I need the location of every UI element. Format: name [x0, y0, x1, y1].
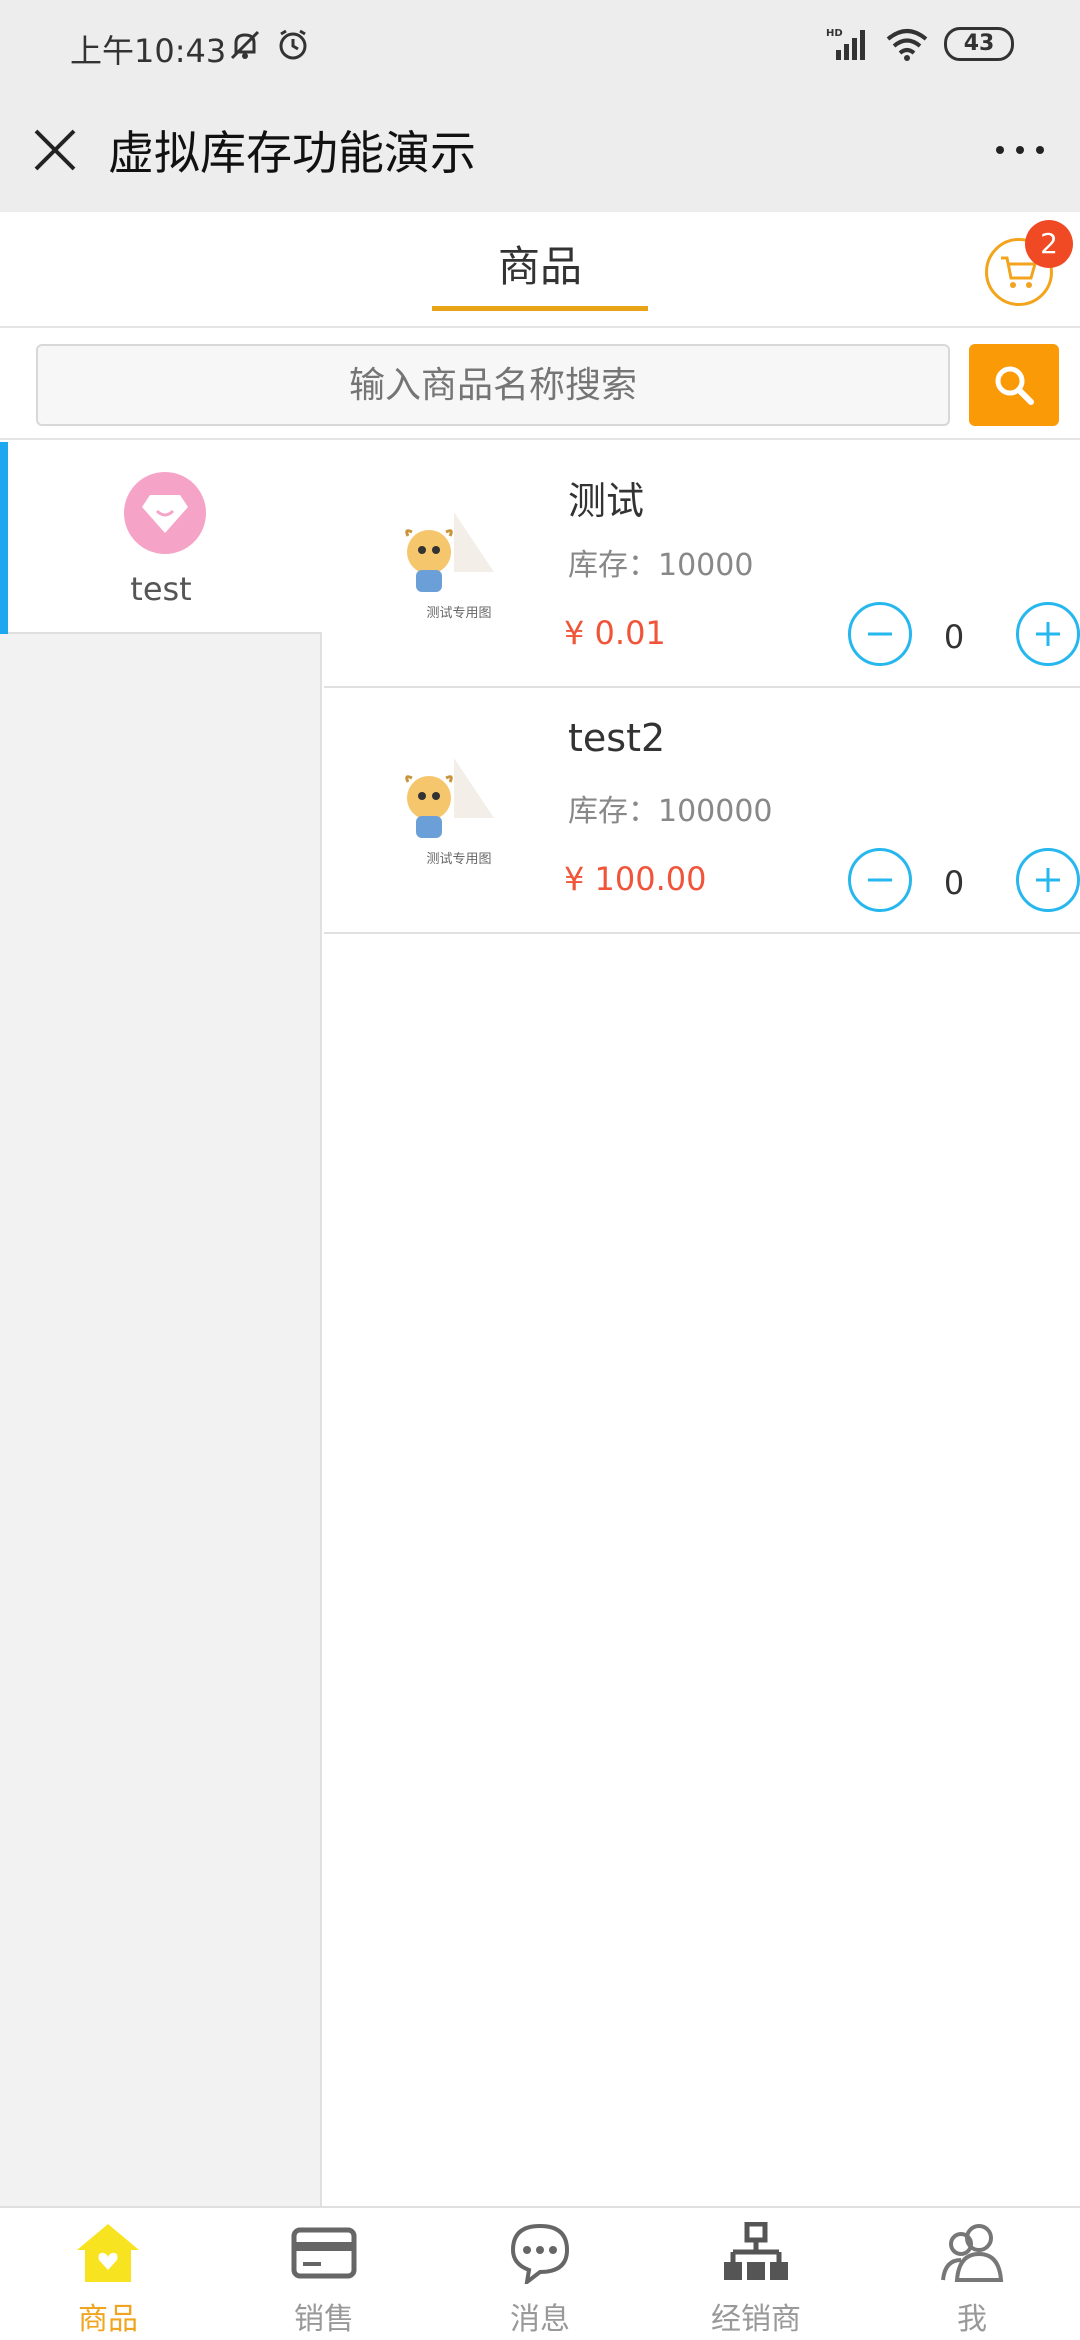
- users-icon: [941, 2224, 1004, 2282]
- minus-icon: [868, 878, 892, 882]
- cart-badge: 2: [1025, 220, 1073, 268]
- mute-icon: [230, 30, 260, 60]
- product-stock: 库存：10000: [568, 548, 754, 583]
- close-button[interactable]: [30, 125, 80, 175]
- more-icon: [996, 146, 1044, 154]
- plus-icon: [1036, 622, 1060, 646]
- nav-item-messages[interactable]: 消息: [432, 2208, 648, 2340]
- status-left-icons: [228, 28, 310, 62]
- quantity-value: 0: [943, 618, 965, 656]
- status-bar: 上午10:43 HD 43: [0, 0, 1080, 95]
- plus-icon: [1036, 868, 1060, 892]
- nav-label: 商品: [78, 2302, 138, 2337]
- search-button[interactable]: [969, 344, 1059, 426]
- decrease-quantity-button[interactable]: [848, 848, 912, 912]
- tab-bar: 商品 2: [0, 212, 1080, 328]
- nav-item-dealers[interactable]: 经销商: [648, 2208, 864, 2340]
- signal-icon: HD: [826, 28, 865, 60]
- category-label: test: [130, 570, 192, 608]
- diamond-icon: [142, 495, 188, 533]
- decrease-quantity-button[interactable]: [848, 602, 912, 666]
- search-input[interactable]: [36, 344, 950, 426]
- close-icon: [34, 129, 76, 171]
- mascot-image-icon: 测试专用图: [405, 758, 494, 867]
- more-button[interactable]: [990, 135, 1050, 165]
- tab-underline: [432, 306, 648, 311]
- svg-text:HD: HD: [826, 28, 843, 39]
- quantity-value: 0: [943, 864, 965, 902]
- nav-item-sales[interactable]: 销售: [216, 2208, 432, 2340]
- category-icon: [124, 472, 206, 554]
- thumb-caption: 测试专用图: [426, 852, 491, 867]
- tab-goods[interactable]: 商品: [432, 212, 648, 312]
- minus-icon: [868, 632, 892, 636]
- product-price: ¥ 0.01: [564, 614, 666, 652]
- product-thumbnail: 测试专用图: [384, 492, 534, 632]
- product-item[interactable]: 测试专用图 测试 库存：10000 ¥ 0.01 0: [324, 442, 1080, 688]
- home-icon: [77, 2224, 139, 2282]
- product-item[interactable]: 测试专用图 test2 库存：100000 ¥ 100.00 0: [324, 688, 1080, 934]
- nav-label: 销售: [294, 2302, 354, 2337]
- product-price: ¥ 100.00: [564, 860, 707, 898]
- product-name: 测试: [568, 479, 645, 523]
- network-icon: [724, 2222, 788, 2280]
- search-row: [0, 328, 1080, 440]
- nav-label: 经销商: [711, 2302, 801, 2337]
- category-sidebar: test: [0, 442, 322, 2206]
- nav-label: 消息: [510, 2302, 570, 2337]
- product-list: 测试专用图 测试 库存：10000 ¥ 0.01 0 测试专用图 test2 库…: [324, 442, 1080, 2206]
- product-name: test2: [568, 716, 666, 760]
- status-time: 上午10:43: [70, 32, 227, 70]
- status-right: HD 43: [826, 26, 1014, 62]
- product-stock: 库存：100000: [568, 794, 773, 829]
- nav-item-goods[interactable]: 商品: [0, 2208, 216, 2340]
- title-bar: 虚拟库存功能演示: [0, 95, 1080, 212]
- thumb-caption: 测试专用图: [426, 606, 491, 621]
- nav-label: 我: [957, 2302, 987, 2337]
- chat-icon: [510, 2223, 570, 2284]
- alarm-icon: [279, 29, 307, 60]
- card-icon: [291, 2227, 357, 2279]
- page-title: 虚拟库存功能演示: [108, 126, 476, 180]
- increase-quantity-button[interactable]: [1016, 602, 1080, 666]
- wifi-icon: [886, 29, 928, 61]
- product-thumbnail: 测试专用图: [384, 738, 534, 878]
- search-icon: [995, 366, 1034, 405]
- battery-indicator: 43: [944, 27, 1014, 61]
- bottom-nav: 商品 销售 消息 经销商 我: [0, 2206, 1080, 2340]
- increase-quantity-button[interactable]: [1016, 848, 1080, 912]
- category-item-test[interactable]: test: [0, 442, 322, 634]
- mascot-image-icon: 测试专用图: [405, 512, 494, 621]
- nav-item-me[interactable]: 我: [864, 2208, 1080, 2340]
